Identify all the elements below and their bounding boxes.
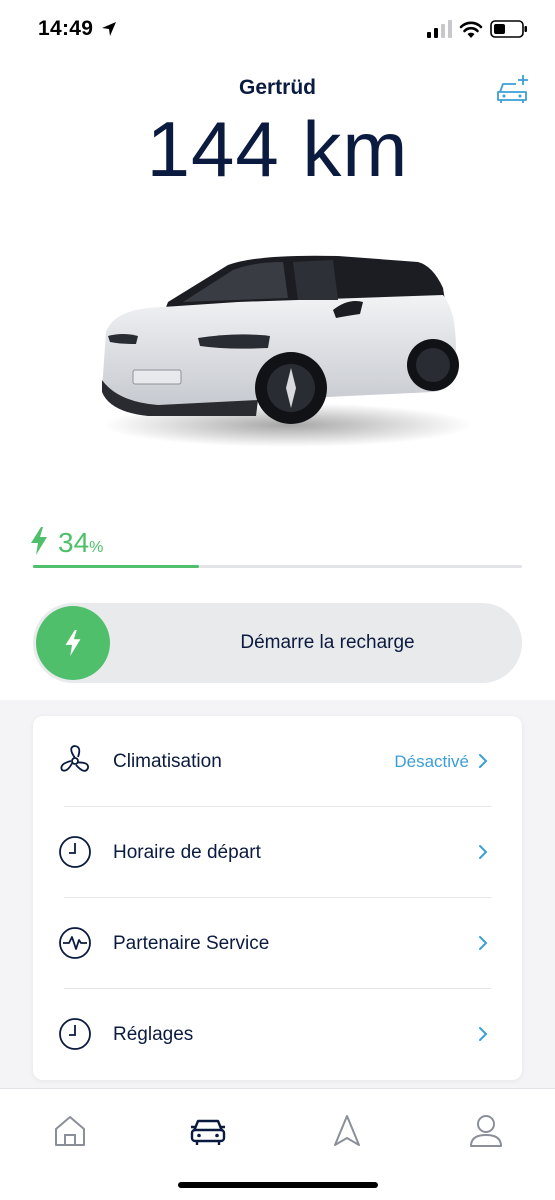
car-icon[interactable] [188, 1111, 228, 1151]
status-bar: 14:49 [0, 0, 555, 60]
clock-icon [59, 836, 91, 868]
car-image [102, 255, 473, 447]
clock-icon [59, 1018, 91, 1050]
cellular-signal-icon [427, 20, 452, 38]
list-item-label: Climatisation [113, 751, 222, 772]
home-icon[interactable] [50, 1111, 90, 1151]
battery-progress-fill [33, 565, 200, 568]
battery-unit: % [89, 539, 104, 556]
service-pulse-icon [59, 927, 91, 959]
list-item-climatisation[interactable]: Climatisation Désactivé [33, 716, 522, 807]
profile-icon[interactable] [466, 1111, 506, 1151]
slider-label: Démarre la recharge [240, 632, 415, 653]
status-time: 14:49 [38, 17, 94, 40]
bolt-icon [65, 630, 81, 656]
battery-progress-bar [33, 565, 522, 568]
charging-bolt-icon [31, 527, 47, 555]
chevron-right-icon [479, 1027, 488, 1041]
fan-icon [60, 745, 89, 772]
location-arrow-icon [102, 22, 116, 36]
phone-battery-icon [490, 20, 527, 38]
list-item-label: Horaire de départ [113, 842, 261, 863]
battery-percentage: 34% [58, 527, 103, 559]
start-charging-slider[interactable]: Démarre la recharge [33, 603, 522, 683]
navigation-icon[interactable] [327, 1111, 367, 1151]
wifi-icon [459, 21, 483, 38]
chevron-right-icon [479, 936, 488, 950]
home-indicator [178, 1182, 378, 1188]
list-item-horaire-depart[interactable]: Horaire de départ [33, 807, 522, 898]
chevron-right-icon [479, 845, 488, 859]
range-display: 144 km [146, 105, 409, 193]
add-vehicle-icon[interactable] [496, 72, 530, 106]
list-item-reglages[interactable]: Réglages [33, 989, 522, 1080]
climatisation-status: Désactivé [394, 752, 469, 771]
vehicle-name: Gertrüd [238, 76, 316, 99]
battery-value: 34 [58, 527, 90, 558]
slider-knob[interactable] [36, 606, 110, 680]
list-item-partenaire-service[interactable]: Partenaire Service [33, 898, 522, 989]
chevron-right-icon [479, 754, 488, 768]
vehicle-controls-card: Climatisation Désactivé Horaire de dépar… [33, 716, 522, 1080]
list-item-label: Partenaire Service [113, 933, 270, 954]
list-item-label: Réglages [113, 1024, 194, 1045]
